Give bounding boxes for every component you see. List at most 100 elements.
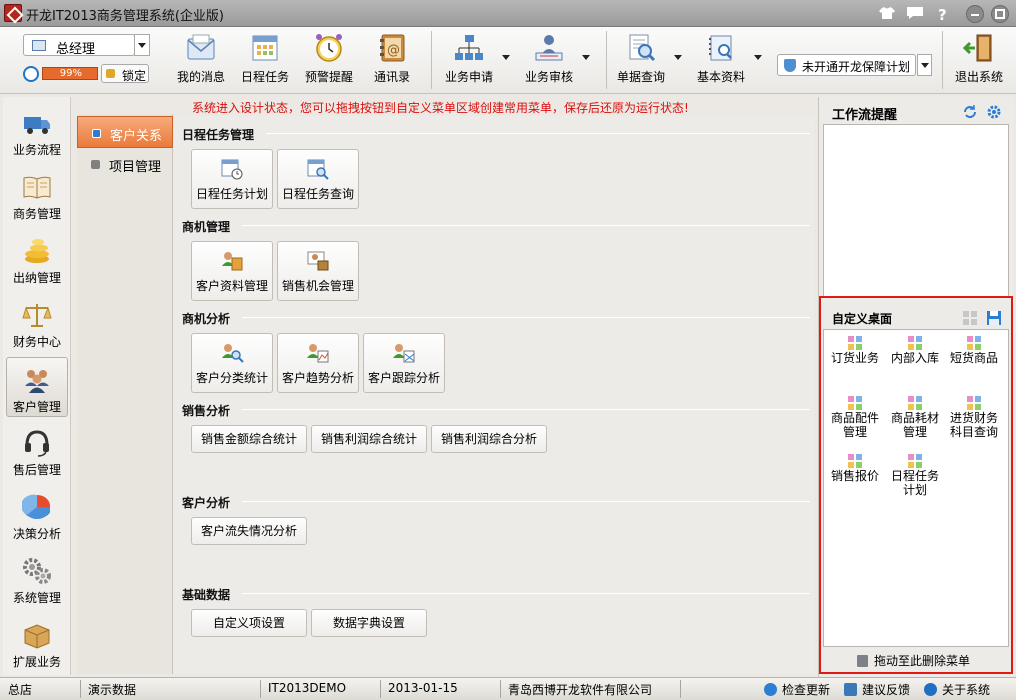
document-search-icon xyxy=(629,34,656,62)
check-update-link[interactable]: 检查更新 xyxy=(764,681,830,698)
custom-item-label: 订货业务 xyxy=(830,351,879,365)
tile-customer-tracking[interactable]: 客户跟踪分析 xyxy=(363,333,445,393)
drop-to-delete-zone[interactable]: 拖动至此删除菜单 xyxy=(857,652,970,669)
custom-item-label-2: 管理 xyxy=(902,425,927,439)
feedback-icon xyxy=(844,683,857,696)
user-select[interactable]: 总经理 xyxy=(23,34,135,57)
save-icon[interactable] xyxy=(986,310,1002,326)
section-title: 客户分析 xyxy=(182,496,231,510)
tool-contacts[interactable]: @ 通讯录 xyxy=(368,33,416,89)
lock-button[interactable]: 锁定 xyxy=(101,64,149,83)
sidebar-item-customers[interactable]: 客户管理 xyxy=(6,357,68,417)
sidebar-item-system[interactable]: 系统管理 xyxy=(6,549,68,609)
sidebar-item-decision[interactable]: 决策分析 xyxy=(6,485,68,545)
grid-icon[interactable] xyxy=(962,310,978,326)
sidebar-item-finance[interactable]: 财务中心 xyxy=(6,293,68,353)
tile-grid-icon xyxy=(848,396,862,410)
trash-icon xyxy=(857,655,868,667)
custom-item-schedule-plan[interactable]: 日程任务 计划 xyxy=(887,454,943,496)
refresh-icon[interactable] xyxy=(962,104,978,120)
button-custom-fields[interactable]: 自定义项设置 xyxy=(191,609,307,637)
tool-schedule[interactable]: 日程任务 xyxy=(240,33,290,89)
button-data-dictionary[interactable]: 数据字典设置 xyxy=(311,609,427,637)
section-title: 日程任务管理 xyxy=(182,128,255,142)
button-sales-profit-stats[interactable]: 销售利润综合统计 xyxy=(311,425,427,453)
tool-doc-query[interactable]: 单据查询 xyxy=(614,33,682,89)
custom-item-purchase-accounts[interactable]: 进货财务 科目查询 xyxy=(946,396,1002,438)
tile-customer-trend[interactable]: 客户趋势分析 xyxy=(277,333,359,393)
toolbar: 总经理 99% 锁定 我的消息 日程任务 预警提醒 @ 通讯录 业务申请 业务审… xyxy=(0,27,1016,94)
tile-schedule-plan[interactable]: 日程任务计划 xyxy=(191,149,273,209)
tool-business-apply[interactable]: 业务申请 xyxy=(442,33,510,89)
custom-item-label: 进货财务 xyxy=(949,411,998,425)
custom-desktop-area[interactable]: 订货业务 内部入库 短货商品 商品配件 管理 商品耗材 管理 进货财务 科目查询… xyxy=(823,329,1009,647)
section-title: 基础数据 xyxy=(182,588,231,602)
chevron-down-icon[interactable] xyxy=(502,55,510,64)
skin-icon[interactable] xyxy=(878,6,896,24)
maximize-icon[interactable] xyxy=(991,5,1009,23)
sidebar: 业务流程 商务管理 出纳管理 财务中心 客户管理 售后管理 决策分析 系统管理 … xyxy=(3,97,71,675)
sidebar-item-extension[interactable]: 扩展业务 xyxy=(6,613,68,673)
custom-item-parts[interactable]: 商品配件 管理 xyxy=(827,396,883,438)
custom-item-internal-stock-in[interactable]: 内部入库 xyxy=(887,336,943,366)
tile-grid-icon xyxy=(967,336,981,350)
category-project-management[interactable]: 项目管理 xyxy=(77,148,173,180)
tool-label: 我的消息 xyxy=(176,70,225,84)
drop-to-delete-label: 拖动至此删除菜单 xyxy=(874,654,971,668)
custom-item-consumables[interactable]: 商品耗材 管理 xyxy=(887,396,943,438)
progress-text: 99% xyxy=(59,68,82,79)
tool-basic-info[interactable]: 基本资料 xyxy=(694,33,762,89)
lock-icon xyxy=(106,69,115,78)
workflow-title: 工作流提醒 xyxy=(832,108,898,123)
sidebar-item-label: 财务中心 xyxy=(12,335,61,349)
tile-customer-info[interactable]: 客户资料管理 xyxy=(191,241,273,301)
minimize-icon[interactable] xyxy=(966,5,984,23)
custom-item-sales-quote[interactable]: 销售报价 xyxy=(827,454,883,484)
custom-item-label: 内部入库 xyxy=(890,351,939,365)
tool-my-messages[interactable]: 我的消息 xyxy=(176,33,226,89)
sidebar-item-after-sales[interactable]: 售后管理 xyxy=(6,421,68,481)
calendar-icon xyxy=(252,35,278,61)
tile-label: 客户跟踪分析 xyxy=(367,371,440,385)
coins-icon xyxy=(25,239,49,263)
scales-icon xyxy=(22,304,52,327)
approve-icon xyxy=(535,35,563,61)
info-icon xyxy=(924,683,937,696)
plan-dropdown-button[interactable] xyxy=(917,54,932,76)
tool-label: 业务申请 xyxy=(444,70,493,84)
sidebar-item-business-flow[interactable]: 业务流程 xyxy=(6,101,68,161)
sidebar-item-cashier[interactable]: 出纳管理 xyxy=(6,229,68,289)
guarantee-plan-select[interactable]: 未开通开龙保障计划 xyxy=(777,54,916,76)
progress-bar: 99% xyxy=(42,67,98,80)
button-sales-amount-stats[interactable]: 销售金额综合统计 xyxy=(191,425,307,453)
chevron-down-icon[interactable] xyxy=(582,55,590,64)
custom-item-order[interactable]: 订货业务 xyxy=(827,336,883,366)
status-date: 2013-01-15 xyxy=(388,681,458,695)
tool-alerts[interactable]: 预警提醒 xyxy=(304,33,354,89)
tool-label: 通讯录 xyxy=(373,70,410,84)
tile-sales-opportunity[interactable]: 销售机会管理 xyxy=(277,241,359,301)
settings-gear-icon[interactable] xyxy=(986,104,1002,120)
notebook-icon xyxy=(709,35,732,61)
button-customer-churn[interactable]: 客户流失情况分析 xyxy=(191,517,307,545)
chevron-down-icon[interactable] xyxy=(754,55,762,64)
tile-grid-icon xyxy=(908,396,922,410)
tile-customer-category-stats[interactable]: 客户分类统计 xyxy=(191,333,273,393)
headset-icon xyxy=(25,430,49,457)
tool-business-review[interactable]: 业务审核 xyxy=(522,33,590,89)
tile-schedule-query[interactable]: 日程任务查询 xyxy=(277,149,359,209)
feedback-link[interactable]: 建议反馈 xyxy=(844,681,910,698)
sidebar-item-label: 客户管理 xyxy=(12,400,61,414)
about-link[interactable]: 关于系统 xyxy=(924,681,990,698)
sidebar-item-commerce[interactable]: 商务管理 xyxy=(6,165,68,225)
custom-item-label-2: 管理 xyxy=(842,425,867,439)
user-dropdown-button[interactable] xyxy=(134,34,150,56)
help-icon[interactable]: ? xyxy=(934,5,952,24)
exit-button[interactable]: 退出系统 xyxy=(952,33,1006,89)
button-sales-profit-analysis[interactable]: 销售利润综合分析 xyxy=(431,425,547,453)
category-customer-relations[interactable]: 客户关系 xyxy=(77,116,173,148)
chat-icon[interactable] xyxy=(906,6,924,24)
custom-item-shortage[interactable]: 短货商品 xyxy=(946,336,1002,366)
chevron-down-icon[interactable] xyxy=(674,55,682,64)
custom-desktop-title: 自定义桌面 xyxy=(832,312,893,326)
